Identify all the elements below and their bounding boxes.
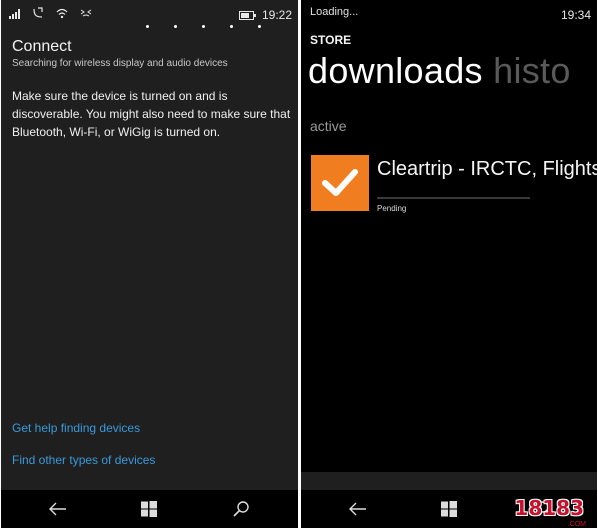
checkmark-icon — [322, 169, 358, 196]
pivot-history[interactable]: histo — [493, 50, 571, 91]
page-title: Connect — [12, 38, 72, 55]
progress-dots — [146, 25, 261, 29]
status-bar: 19:22 — [1, 0, 298, 28]
watermark-domain: .COM — [567, 521, 586, 528]
app-tile[interactable] — [311, 155, 369, 211]
status-bar: Loading... 19:34 — [301, 0, 597, 28]
download-progress-bar — [377, 197, 530, 199]
app-bar[interactable] — [301, 472, 597, 490]
call-forwarding-icon — [33, 7, 43, 18]
store-label: STORE — [310, 33, 352, 47]
start-button[interactable] — [137, 497, 161, 521]
page-subtitle: Searching for wireless display and audio… — [12, 58, 228, 69]
connect-screen: 19:22 Connect Searching for wireless dis… — [1, 0, 298, 528]
windows-icon — [141, 501, 157, 517]
back-icon — [349, 502, 366, 516]
back-icon — [49, 502, 66, 516]
section-header: active — [310, 118, 347, 134]
vibrate-icon — [80, 9, 92, 17]
pivot-downloads[interactable]: downloads — [308, 50, 483, 91]
get-help-link[interactable]: Get help finding devices — [12, 421, 140, 435]
back-button[interactable] — [46, 497, 70, 521]
app-name[interactable]: Cleartrip - IRCTC, Flights — [377, 158, 597, 181]
store-downloads-screen: Loading... 19:34 STORE downloads histo a… — [301, 0, 597, 528]
status-time: 19:22 — [261, 8, 292, 22]
status-time: 19:34 — [560, 8, 591, 22]
search-icon — [233, 501, 249, 517]
pivot-header: downloads histo — [308, 50, 571, 92]
instructions-text: Make sure the device is turned on and is… — [12, 89, 291, 139]
navigation-bar — [1, 490, 298, 528]
search-button[interactable] — [229, 497, 253, 521]
watermark-logo: 18183 — [514, 496, 584, 520]
battery-icon — [239, 11, 256, 20]
windows-icon — [441, 501, 457, 517]
download-status: Pending — [377, 204, 407, 213]
start-button[interactable] — [437, 497, 461, 521]
find-other-devices-link[interactable]: Find other types of devices — [12, 453, 155, 467]
back-button[interactable] — [346, 497, 370, 521]
wifi-icon — [56, 8, 68, 19]
loading-text: Loading... — [310, 6, 359, 18]
signal-icon — [9, 9, 20, 19]
